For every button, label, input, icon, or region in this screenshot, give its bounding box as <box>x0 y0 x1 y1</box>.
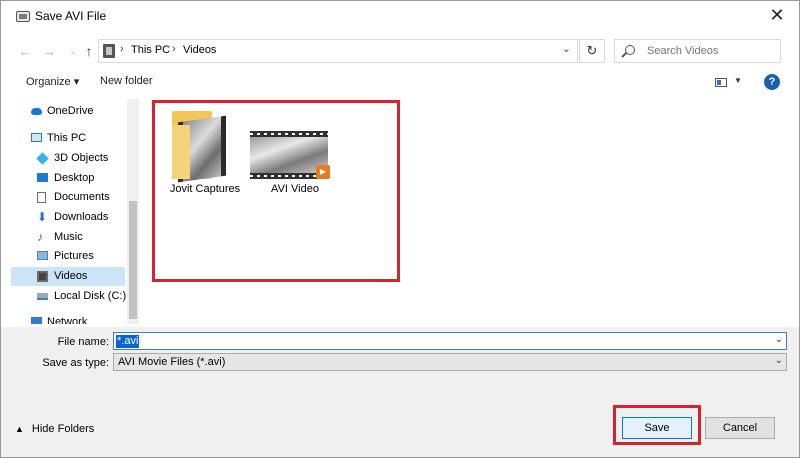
save-type-value: AVI Movie Files (*.avi) <box>118 356 226 368</box>
new-folder-button[interactable]: New folder <box>100 75 153 87</box>
sidebar-item-network[interactable]: Network <box>11 313 125 324</box>
sidebar-item-label: 3D Objects <box>54 152 109 164</box>
refresh-icon[interactable]: ↻ <box>579 39 605 63</box>
breadcrumb-separator-icon: › <box>120 43 124 55</box>
breadcrumb-this-pc[interactable]: This PC <box>131 44 170 56</box>
organize-menu-button[interactable]: Organize ▾ <box>26 75 79 88</box>
sidebar-item-downloads[interactable]: ⬇ Downloads <box>11 208 125 227</box>
window-title: Save AVI File <box>35 9 107 23</box>
search-icon <box>625 45 635 55</box>
save-type-label: Save as type: <box>42 357 109 369</box>
navigation-bar: ← → ⌄ ↑ › This PC › Videos ⌄ ↻ <box>1 35 799 69</box>
address-dropdown-icon[interactable]: ⌄ <box>562 42 571 55</box>
local-disk-icon <box>37 293 48 300</box>
save-form: File name: *.avi ⌄ Save as type: AVI Mov… <box>1 327 799 377</box>
sidebar-item-label: Downloads <box>54 211 109 223</box>
sidebar-item-3d-objects[interactable]: 3D Objects <box>11 149 125 168</box>
title-bar: Save AVI File ✕ <box>1 1 799 31</box>
view-dropdown-icon[interactable]: ▼ <box>734 76 742 85</box>
sidebar-item-label: This PC <box>47 132 87 144</box>
sidebar-item-label: Pictures <box>54 250 94 262</box>
sidebar-item-label: Network <box>47 316 88 324</box>
forward-arrow-icon[interactable]: → <box>39 41 59 61</box>
close-button[interactable]: ✕ <box>755 1 799 31</box>
sidebar-item-music[interactable]: ♪ Music <box>11 228 125 247</box>
documents-icon <box>37 192 46 203</box>
sidebar-item-label: Documents <box>54 191 110 203</box>
chevron-up-icon: ▲ <box>15 424 24 434</box>
save-dialog: Save AVI File ✕ ← → ⌄ ↑ › This PC › Vide… <box>0 0 800 458</box>
sidebar-item-documents[interactable]: Documents <box>11 188 125 207</box>
back-arrow-icon[interactable]: ← <box>15 41 35 61</box>
network-icon <box>31 317 42 324</box>
cancel-button[interactable]: Cancel <box>705 417 775 439</box>
sidebar-item-label: Desktop <box>54 172 95 184</box>
file-name-value[interactable]: *.avi <box>116 335 140 348</box>
sidebar-item-pictures[interactable]: Pictures <box>11 247 125 266</box>
sidebar-item-label: Local Disk (C:) <box>54 290 127 302</box>
sidebar-item-desktop[interactable]: Desktop <box>11 169 125 188</box>
hide-folders-label: Hide Folders <box>31 423 95 435</box>
videos-icon <box>37 271 48 282</box>
downloads-icon: ⬇ <box>37 210 48 224</box>
sidebar-scroll-thumb[interactable] <box>129 201 137 319</box>
breadcrumb-separator-icon: › <box>172 43 176 55</box>
sidebar-item-videos[interactable]: Videos <box>11 267 125 286</box>
file-name-input[interactable]: *.avi ⌄ <box>113 332 787 350</box>
sidebar-item-local-disk[interactable]: Local Disk (C:) <box>11 287 127 306</box>
sidebar-scrollbar[interactable] <box>127 99 139 324</box>
sidebar-item-this-pc[interactable]: This PC <box>11 129 125 148</box>
save-highlight-annotation <box>613 405 701 445</box>
sidebar-item-label: Videos <box>54 270 88 282</box>
hide-folders-toggle[interactable]: ▲ Hide Folders <box>15 423 94 435</box>
desktop-icon <box>37 173 48 182</box>
breadcrumb-videos[interactable]: Videos <box>183 44 216 56</box>
pc-icon <box>31 133 42 142</box>
sidebar-item-label: OneDrive <box>47 105 94 117</box>
view-options-icon[interactable] <box>715 78 727 87</box>
up-arrow-icon[interactable]: ↑ <box>79 41 99 61</box>
search-box[interactable] <box>614 39 781 63</box>
sidebar-item-label: Music <box>54 231 83 243</box>
onedrive-icon <box>31 108 42 115</box>
files-highlight-annotation <box>152 100 400 282</box>
file-name-dropdown-icon[interactable]: ⌄ <box>775 334 783 345</box>
file-name-label: File name: <box>57 336 109 348</box>
save-type-dropdown-icon[interactable]: ⌄ <box>775 355 783 366</box>
command-toolbar: Organize ▾ New folder ▼ ? <box>1 71 799 95</box>
pictures-icon <box>37 251 48 260</box>
save-type-select[interactable]: AVI Movie Files (*.avi) ⌄ <box>113 353 787 371</box>
sidebar-item-onedrive[interactable]: OneDrive <box>11 102 125 121</box>
address-bar[interactable]: › This PC › Videos ⌄ <box>98 39 578 63</box>
navigation-pane: OneDrive This PC 3D Objects Desktop Docu… <box>11 99 127 324</box>
app-window-icon <box>16 11 30 22</box>
search-input[interactable] <box>647 43 775 59</box>
music-icon: ♪ <box>37 230 43 244</box>
3d-objects-icon <box>36 152 49 165</box>
video-folder-icon <box>103 44 115 58</box>
help-icon[interactable]: ? <box>764 74 780 90</box>
